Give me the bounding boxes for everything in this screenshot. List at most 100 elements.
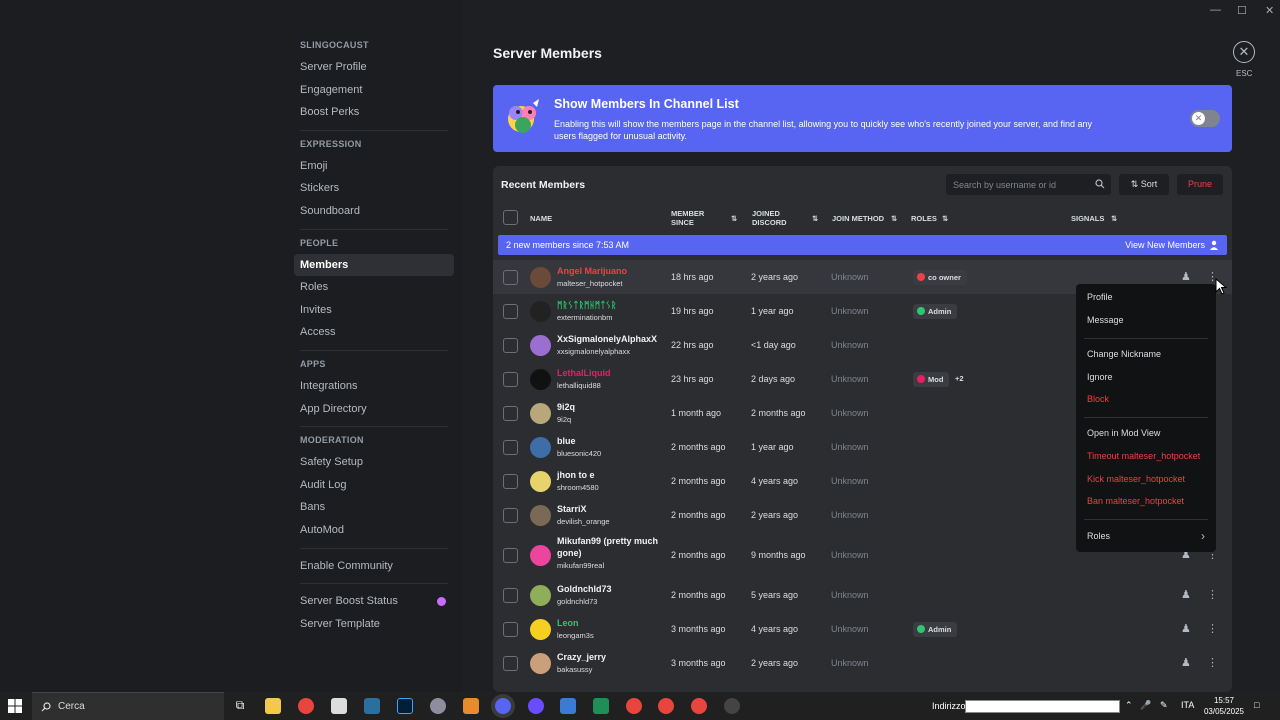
prune-button[interactable]: Prune [1177, 174, 1223, 195]
sidebar-item-app-directory[interactable]: App Directory [294, 398, 454, 421]
role-badge[interactable]: Mod [913, 371, 950, 387]
app-icon[interactable] [430, 698, 446, 714]
sidebar-item-engagement[interactable]: Engagement [294, 79, 454, 102]
language-indicator[interactable]: ITA [1181, 700, 1194, 710]
clock[interactable]: 15:57 03/05/2025 [1200, 695, 1248, 717]
search-input[interactable] [946, 174, 1091, 195]
role-badge[interactable]: Admin [913, 303, 958, 319]
row-checkbox[interactable] [503, 655, 518, 671]
search-icon[interactable] [1095, 179, 1105, 189]
join-method-filter-icon[interactable]: ⇅ [891, 214, 897, 223]
menu-item-roles[interactable]: Roles › [1087, 529, 1205, 543]
sidebar-item-automod[interactable]: AutoMod [294, 519, 454, 542]
store-icon[interactable] [331, 698, 347, 714]
task-view-icon[interactable]: ⧉ [232, 698, 248, 714]
windows-start-icon[interactable] [8, 699, 22, 713]
address-input[interactable] [965, 700, 1120, 713]
app6-icon[interactable] [724, 698, 740, 714]
sidebar-item-integrations[interactable]: Integrations [294, 375, 454, 398]
sidebar-item-bans[interactable]: Bans [294, 496, 454, 519]
chrome-icon[interactable] [298, 698, 314, 714]
chrome4-icon[interactable] [691, 698, 707, 714]
sidebar-item-safety-setup[interactable]: Safety Setup [294, 451, 454, 474]
window-close-icon[interactable]: ✕ [1265, 4, 1274, 17]
vegas-icon[interactable] [364, 698, 380, 714]
row-checkbox[interactable] [503, 507, 518, 523]
more-options-icon[interactable]: ⋮ [1207, 656, 1218, 669]
sidebar-item-soundboard[interactable]: Soundboard [294, 200, 454, 223]
discord-icon[interactable] [495, 698, 511, 714]
file-explorer-icon[interactable] [265, 698, 281, 714]
menu-item-open-in-mod-view[interactable]: Open in Mod View [1087, 428, 1160, 438]
row-checkbox[interactable] [503, 587, 518, 603]
sidebar-item-roles[interactable]: Roles [294, 276, 454, 299]
notification-icon[interactable]: □ [1254, 700, 1259, 710]
menu-item-block[interactable]: Block [1087, 394, 1109, 404]
role-badge[interactable]: Admin [913, 621, 958, 637]
sidebar-item-boost-perks[interactable]: Boost Perks [294, 101, 454, 124]
roles-filter-icon[interactable]: ⇅ [942, 214, 948, 223]
column-member-since[interactable]: MEMBER SINCE [671, 209, 704, 227]
app5-icon[interactable] [593, 698, 609, 714]
mod-view-icon[interactable]: ♟ [1181, 622, 1191, 635]
column-roles[interactable]: ROLES [911, 214, 937, 223]
photoshop-icon[interactable] [397, 698, 413, 714]
row-checkbox[interactable] [503, 547, 518, 563]
sidebar-item-emoji[interactable]: Emoji [294, 155, 454, 178]
menu-item-timeout-malteser-hotpocket[interactable]: Timeout malteser_hotpocket [1087, 451, 1200, 461]
role-badge[interactable]: co owner [913, 269, 967, 285]
pen-icon[interactable]: ✎ [1160, 700, 1168, 711]
mod-view-icon[interactable]: ♟ [1181, 656, 1191, 669]
sidebar-item-stickers[interactable]: Stickers [294, 177, 454, 200]
row-checkbox[interactable] [503, 303, 518, 319]
row-checkbox[interactable] [503, 405, 518, 421]
column-join-method[interactable]: JOIN METHOD [832, 214, 884, 223]
taskbar-search[interactable]: Cerca [32, 692, 224, 720]
menu-item-profile[interactable]: Profile [1087, 292, 1113, 302]
sidebar-item-access[interactable]: Access [294, 321, 454, 344]
row-checkbox[interactable] [503, 337, 518, 353]
app4-icon[interactable] [560, 698, 576, 714]
table-row[interactable]: Leon leongam3s 3 months ago 4 years ago Unkn… [493, 612, 1232, 646]
menu-item-message[interactable]: Message [1087, 315, 1124, 325]
row-checkbox[interactable] [503, 621, 518, 637]
tray-chevron-icon[interactable]: ⌃ [1125, 700, 1133, 711]
row-checkbox[interactable] [503, 269, 518, 285]
role-more-badge[interactable]: +2 [955, 374, 964, 383]
table-row[interactable]: Crazy_jerry bakasussy 3 months ago 2 years … [493, 646, 1232, 680]
view-new-members-link[interactable]: View New Members [1125, 240, 1205, 250]
sidebar-item-members[interactable]: Members [294, 253, 454, 277]
show-members-toggle[interactable]: ✕ [1190, 110, 1220, 127]
column-signals[interactable]: SIGNALS [1071, 214, 1104, 223]
column-joined-discord[interactable]: JOINED DISCORD [752, 209, 787, 227]
app3-icon[interactable] [528, 698, 544, 714]
minimize-icon[interactable]: — [1210, 4, 1221, 16]
chrome2-icon[interactable] [626, 698, 642, 714]
joined-filter-icon[interactable]: ⇅ [812, 214, 818, 223]
sidebar-item-enable-community[interactable]: Enable Community [294, 555, 454, 578]
app2-icon[interactable] [463, 698, 479, 714]
menu-item-kick-malteser-hotpocket[interactable]: Kick malteser_hotpocket [1087, 474, 1185, 484]
maximize-icon[interactable]: ☐ [1237, 4, 1247, 17]
row-checkbox[interactable] [503, 473, 518, 489]
menu-item-ignore[interactable]: Ignore [1087, 372, 1113, 382]
signals-filter-icon[interactable]: ⇅ [1111, 214, 1117, 223]
table-row[interactable]: Goldnchld73 goldnchld73 2 months ago 5 year… [493, 578, 1232, 612]
sidebar-item-server-template[interactable]: Server Template [294, 613, 454, 636]
microphone-icon[interactable]: 🎤 [1140, 700, 1151, 711]
menu-item-change-nickname[interactable]: Change Nickname [1087, 349, 1161, 359]
sidebar-item-server-boost-status[interactable]: Server Boost Status [294, 590, 454, 613]
more-options-icon[interactable]: ⋮ [1207, 588, 1218, 601]
column-name[interactable]: NAME [530, 214, 552, 223]
more-options-icon[interactable]: ⋮ [1207, 622, 1218, 635]
select-all-checkbox[interactable] [503, 210, 518, 225]
sidebar-item-invites[interactable]: Invites [294, 299, 454, 322]
close-settings-button[interactable]: ✕ [1233, 41, 1255, 63]
sidebar-item-audit-log[interactable]: Audit Log [294, 474, 454, 497]
row-checkbox[interactable] [503, 439, 518, 455]
mod-view-icon[interactable]: ♟ [1181, 270, 1191, 283]
sort-button[interactable]: ⇅ Sort [1119, 174, 1169, 195]
sidebar-item-server-profile[interactable]: Server Profile [294, 56, 454, 79]
row-checkbox[interactable] [503, 371, 518, 387]
mod-view-icon[interactable]: ♟ [1181, 588, 1191, 601]
